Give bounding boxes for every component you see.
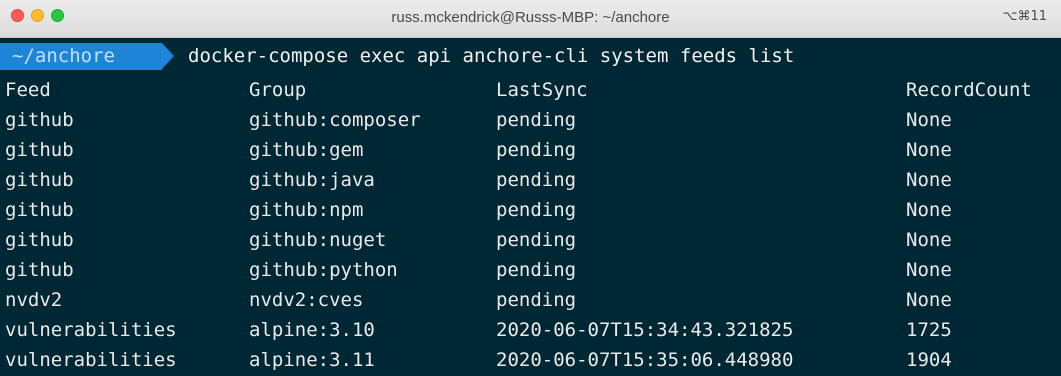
record-count-cell: None xyxy=(906,169,952,191)
feed-cell: github xyxy=(5,139,74,161)
group-cell: github:python xyxy=(249,259,398,281)
record-count-cell: 1725 xyxy=(906,319,952,341)
command-text: docker-compose exec api anchore-cli syst… xyxy=(188,45,795,67)
record-count-cell: None xyxy=(906,289,952,311)
prompt-arrow-icon xyxy=(162,43,174,69)
group-cell: nvdv2:cves xyxy=(249,289,364,311)
record-count-cell: None xyxy=(906,109,952,131)
group-cell: alpine:3.11 xyxy=(249,349,375,371)
record-count-cell: None xyxy=(906,259,952,281)
feed-cell: github xyxy=(5,169,74,191)
table-row: github github:gem pending None xyxy=(0,135,1061,165)
prompt-directory: ~/anchore xyxy=(0,43,162,70)
table-row: github github:python pending None xyxy=(0,255,1061,285)
group-cell: alpine:3.10 xyxy=(249,319,375,341)
record-count-cell: 1904 xyxy=(906,349,952,371)
last-sync-cell: pending xyxy=(496,169,577,191)
table-row: github github:npm pending None xyxy=(0,195,1061,225)
feed-cell: nvdv2 xyxy=(5,289,63,311)
feed-cell: vulnerabilities xyxy=(5,319,177,341)
table-row: vulnerabilities alpine:3.10 2020-06-07T1… xyxy=(0,315,1061,345)
feed-cell: github xyxy=(5,109,74,131)
window-title-bar[interactable]: russ.mckendrick@Russs-MBP: ~/anchore ⌥⌘1… xyxy=(0,0,1061,38)
header-record-count: RecordCount xyxy=(906,79,1032,101)
group-cell: github:gem xyxy=(249,139,364,161)
table-row: github github:nuget pending None xyxy=(0,225,1061,255)
record-count-cell: None xyxy=(906,139,952,161)
record-count-cell: None xyxy=(906,229,952,251)
window-title: russ.mckendrick@Russs-MBP: ~/anchore xyxy=(391,9,670,26)
prompt-line: ~/anchore docker-compose exec api anchor… xyxy=(0,41,1061,71)
table-row: vulnerabilities alpine:3.11 2020-06-07T1… xyxy=(0,345,1061,375)
window-shortcut-label: ⌥⌘11 xyxy=(1002,9,1047,24)
feed-cell: github xyxy=(5,229,74,251)
group-cell: github:nuget xyxy=(249,229,387,251)
table-row: nvdv2 nvdv2:cves pending None xyxy=(0,285,1061,315)
feed-cell: vulnerabilities xyxy=(5,349,177,371)
header-group: Group xyxy=(249,79,307,101)
last-sync-cell: 2020-06-07T15:35:06.448980 xyxy=(496,349,794,371)
last-sync-cell: pending xyxy=(496,289,577,311)
group-cell: github:npm xyxy=(249,199,364,221)
feed-cell: github xyxy=(5,259,74,281)
group-cell: github:java xyxy=(249,169,375,191)
table-row: github github:composer pending None xyxy=(0,105,1061,135)
terminal-output[interactable]: ~/anchore docker-compose exec api anchor… xyxy=(0,38,1061,376)
record-count-cell: None xyxy=(906,199,952,221)
header-last-sync: LastSync xyxy=(496,79,588,101)
feed-cell: github xyxy=(5,199,74,221)
group-cell: github:composer xyxy=(249,109,421,131)
header-feed: Feed xyxy=(5,79,51,101)
last-sync-cell: pending xyxy=(496,229,577,251)
table-row: github github:java pending None xyxy=(0,165,1061,195)
last-sync-cell: pending xyxy=(496,259,577,281)
last-sync-cell: pending xyxy=(496,139,577,161)
last-sync-cell: 2020-06-07T15:34:43.321825 xyxy=(496,319,794,341)
last-sync-cell: pending xyxy=(496,109,577,131)
table-header-row: Feed Group LastSync RecordCount xyxy=(0,75,1061,105)
last-sync-cell: pending xyxy=(496,199,577,221)
